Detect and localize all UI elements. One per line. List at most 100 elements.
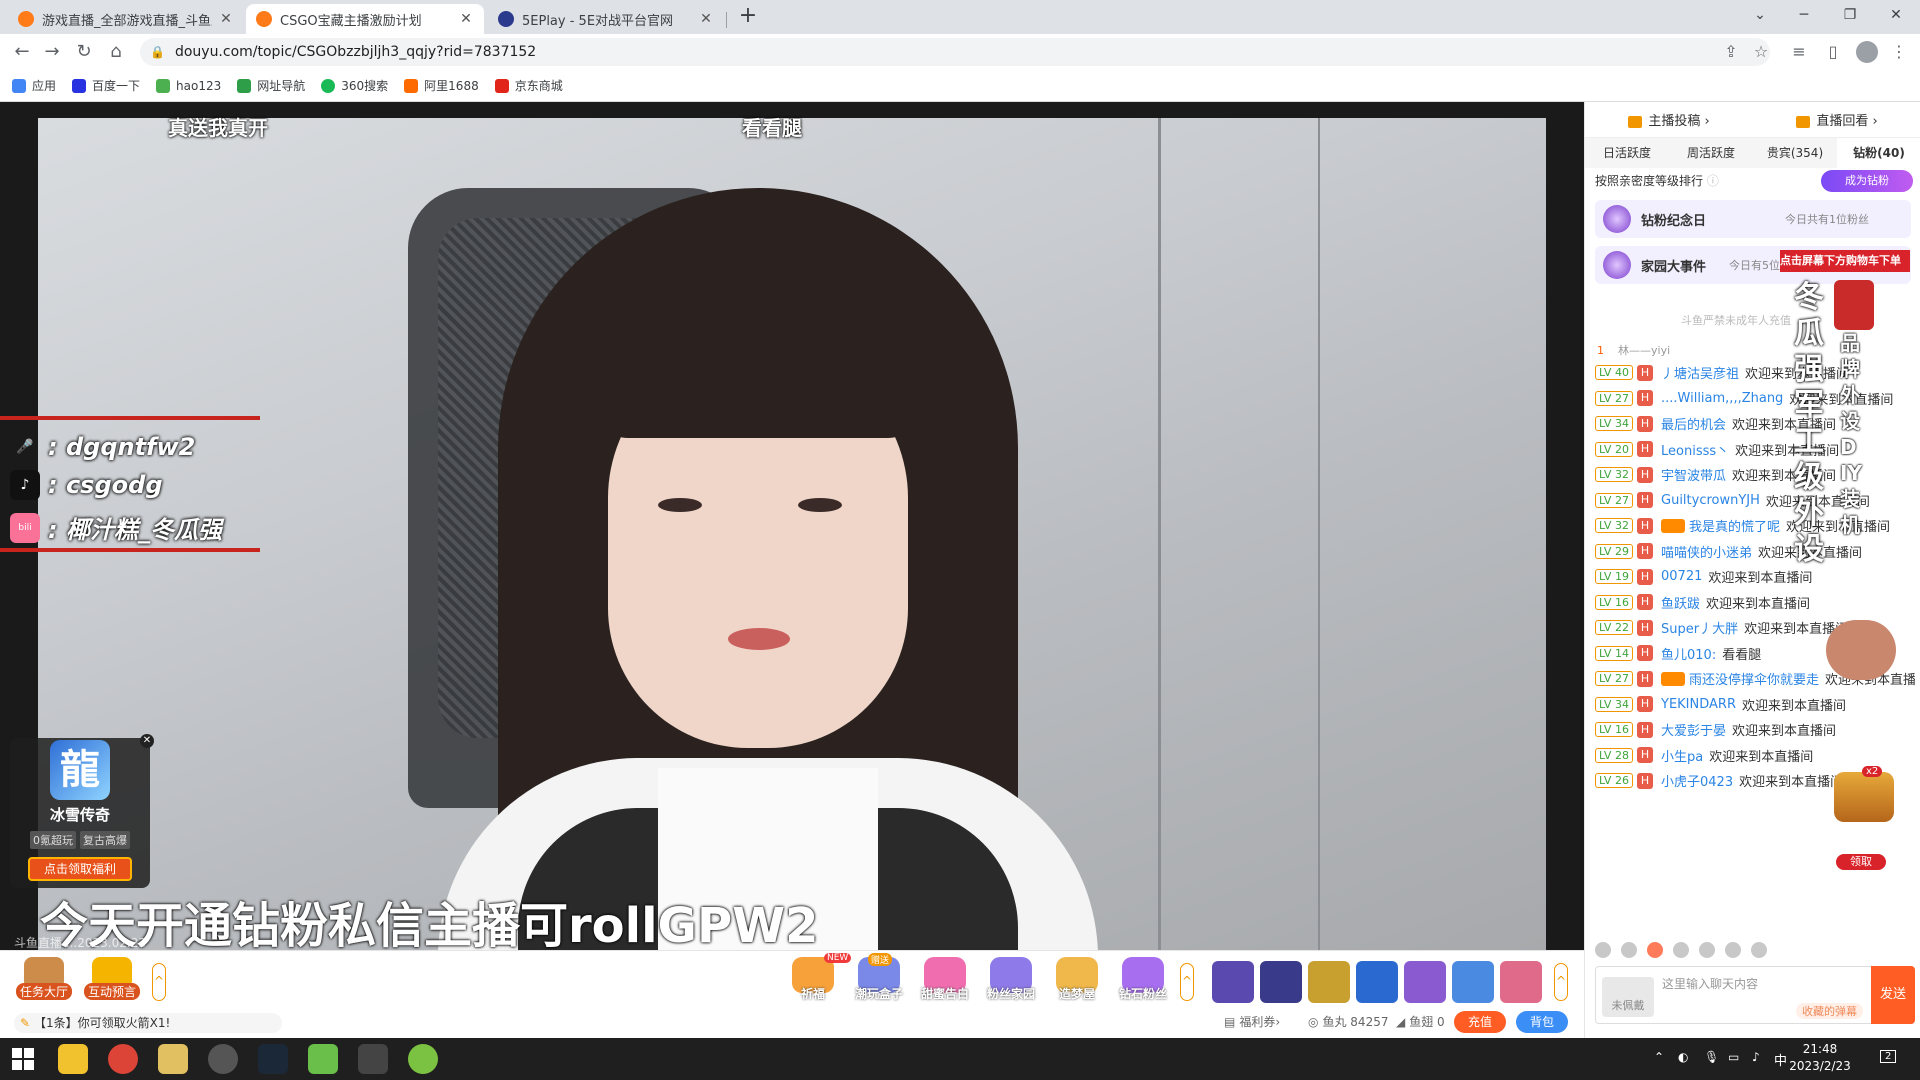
owl-app-icon[interactable] [158, 1044, 188, 1074]
saved-danmu-button[interactable]: 收藏的弹幕 [1796, 1003, 1863, 1019]
steam-icon[interactable] [258, 1044, 288, 1074]
profile-avatar-icon[interactable] [1856, 41, 1878, 63]
tab-search-icon[interactable]: ⌄ [1740, 4, 1780, 26]
replay-link[interactable]: 直播回看 › [1796, 110, 1878, 129]
browser-tab-csgo-plan[interactable]: CSGO宝藏主播激励计划 ✕ [246, 4, 484, 34]
app-lime-icon[interactable] [408, 1044, 438, 1074]
bookmark-star-icon[interactable]: ☆ [1750, 41, 1772, 63]
chat-username[interactable]: YEKINDARR [1661, 697, 1736, 712]
gift-cube-icon[interactable] [1260, 961, 1302, 1003]
app-green-icon[interactable] [308, 1044, 338, 1074]
gift-pray[interactable]: 祈福 NEW [784, 953, 852, 1009]
gift-fan-home[interactable]: 粉丝家园 [982, 957, 1040, 1009]
tab-daily[interactable]: 日活跃度 [1585, 138, 1669, 168]
csgo-icon[interactable] [358, 1044, 388, 1074]
video-frame[interactable] [38, 118, 1546, 950]
send-button[interactable]: 发送 [1871, 966, 1915, 1024]
shield-icon[interactable] [1751, 942, 1767, 958]
obs-icon[interactable] [208, 1044, 238, 1074]
chat-username[interactable]: 丿塘沽吴彦祖 [1661, 363, 1739, 382]
reading-list-icon[interactable]: ≡ [1788, 41, 1810, 63]
gift-spaceship-icon[interactable] [1452, 961, 1494, 1003]
fan-anniversary-card[interactable]: 钻粉纪念日 今日共有1位粉丝 [1595, 200, 1911, 238]
chat-username[interactable]: 鱼跃跋 [1661, 593, 1700, 612]
gift-plane-icon[interactable] [1212, 961, 1254, 1003]
chat-username[interactable]: Super丿大胖 [1661, 618, 1738, 637]
bookmark-apps[interactable]: 应用 [12, 77, 56, 94]
chat-username[interactable]: 最后的机会 [1661, 414, 1726, 433]
task-hall-button[interactable]: 任务大厅 [16, 957, 72, 1007]
browser-tab-5eplay[interactable]: 5EPlay - 5E对战平台官网 ✕ [488, 4, 724, 34]
tray-network-icon[interactable]: ▭ [1728, 1050, 1739, 1064]
chat-username[interactable]: 喵喵侠的小迷弟 [1661, 542, 1752, 561]
back-icon[interactable]: ← [10, 40, 34, 64]
home-icon[interactable]: ⌂ [104, 40, 128, 64]
emoji-icon[interactable] [1595, 942, 1611, 958]
new-tab-button[interactable]: + [736, 5, 760, 29]
bookmark-1688[interactable]: 阿里1688 [404, 77, 479, 94]
forward-icon[interactable]: → [40, 40, 64, 64]
treasure-chest-icon[interactable] [1834, 772, 1894, 822]
close-tab-icon[interactable]: ✕ [698, 11, 714, 27]
gift-cart-icon[interactable] [1500, 961, 1542, 1003]
chat-username[interactable]: 大爱彭于晏 [1661, 720, 1726, 739]
menu-kebab-icon[interactable]: ⋮ [1888, 41, 1910, 63]
game-ad-card[interactable]: 龍 冰雪传奇 0氪超玩 复古高爆 点击领取福利 ✕ [10, 734, 154, 888]
chat-username[interactable]: Leonisss丶 [1661, 440, 1729, 459]
gift-sweet-confession[interactable]: 甜蜜告白 [916, 957, 974, 1009]
fan-badge-icon[interactable] [1647, 942, 1663, 958]
shop-banner[interactable]: 点击屏幕下方购物车下单 [1780, 250, 1910, 272]
tab-weekly[interactable]: 周活跃度 [1669, 138, 1753, 168]
chrome-icon[interactable] [108, 1044, 138, 1074]
claim-benefit-button[interactable]: 点击领取福利 [28, 857, 132, 881]
bookmark-360[interactable]: 360搜索 [321, 77, 388, 94]
bookmark-hao123[interactable]: hao123 [156, 78, 221, 93]
bookmark-baidu[interactable]: 百度一下 [72, 77, 140, 94]
chat-username[interactable]: GuiltycrownYJH [1661, 493, 1760, 508]
anchor-submission-link[interactable]: 主播投稿 › [1628, 110, 1710, 129]
block-icon[interactable] [1699, 942, 1715, 958]
windows-start-icon[interactable] [12, 1048, 34, 1070]
close-window-icon[interactable]: ✕ [1876, 4, 1916, 26]
recharge-button[interactable]: 充值 [1454, 1011, 1506, 1033]
taskbar-clock[interactable]: 21:48 2023/2/23 [1788, 1041, 1852, 1075]
color-danmu-icon[interactable] [1673, 942, 1689, 958]
restore-icon[interactable]: ❐ [1830, 4, 1870, 26]
minimize-icon[interactable]: ─ [1784, 4, 1824, 26]
lock-icon[interactable]: 🔒 [150, 45, 165, 59]
coupon-link[interactable]: ▤ 福利券 › [1224, 1013, 1280, 1030]
expand-activities-button[interactable]: ^ [1180, 963, 1194, 1001]
expand-gifts-button[interactable]: ^ [1554, 963, 1568, 1001]
megaphone-icon[interactable] [1621, 942, 1637, 958]
reload-icon[interactable]: ↻ [72, 40, 96, 64]
tray-expand-icon[interactable]: ⌃ [1654, 1050, 1664, 1064]
chat-username[interactable]: 小生pa [1661, 746, 1703, 765]
chat-username[interactable]: 宇智波带瓜 [1661, 465, 1726, 484]
bookmark-jd[interactable]: 京东商城 [494, 77, 563, 94]
gift-diamond-fan[interactable]: 钻石粉丝 [1114, 957, 1172, 1009]
browser-tab-douyu-games[interactable]: 游戏直播_全部游戏直播_斗鱼直播 ✕ [8, 4, 244, 34]
tray-mic-icon[interactable]: 🎙 [1704, 1050, 1719, 1064]
notification-center-icon[interactable]: 2 [1880, 1050, 1897, 1063]
gift-rocket-icon[interactable] [1356, 961, 1398, 1003]
file-explorer-icon[interactable] [58, 1044, 88, 1074]
chat-username[interactable]: ....William,,,,Zhang [1661, 391, 1783, 406]
close-tab-icon[interactable]: ✕ [218, 11, 234, 27]
share-icon[interactable]: ⇪ [1720, 41, 1742, 63]
backpack-button[interactable]: 背包 [1516, 1011, 1568, 1033]
expand-features-button[interactable]: ^ [152, 963, 166, 1001]
close-tab-icon[interactable]: ✕ [458, 11, 474, 27]
ime-indicator[interactable]: 中 [1774, 1050, 1787, 1069]
become-diamond-fan-button[interactable]: 成为钻粉 [1821, 170, 1913, 192]
tray-steam-icon[interactable]: ◐ [1678, 1050, 1688, 1064]
prediction-button[interactable]: 互动预言 [84, 957, 140, 1007]
claim-chest-button[interactable]: 领取 [1836, 854, 1886, 870]
chat-username[interactable]: 小虎子0423 [1661, 771, 1733, 790]
top-fan-row[interactable]: 1 林——yiyi [1597, 342, 1670, 358]
chat-username[interactable]: 00721 [1661, 569, 1702, 584]
bookmark-nav[interactable]: 网址导航 [237, 77, 305, 94]
video-player[interactable]: 真送我真开 看看腿 🎤 : dgqntfw2 ♪ : csgodg bili :… [0, 102, 1584, 954]
gift-jet-icon[interactable] [1308, 961, 1350, 1003]
shop-overlay-ad[interactable]: 点击屏幕下方购物车下单 冬瓜强军工级外设 品牌外设DIY装机 [1780, 250, 1910, 680]
tab-vip[interactable]: 贵宾(354) [1753, 138, 1837, 168]
